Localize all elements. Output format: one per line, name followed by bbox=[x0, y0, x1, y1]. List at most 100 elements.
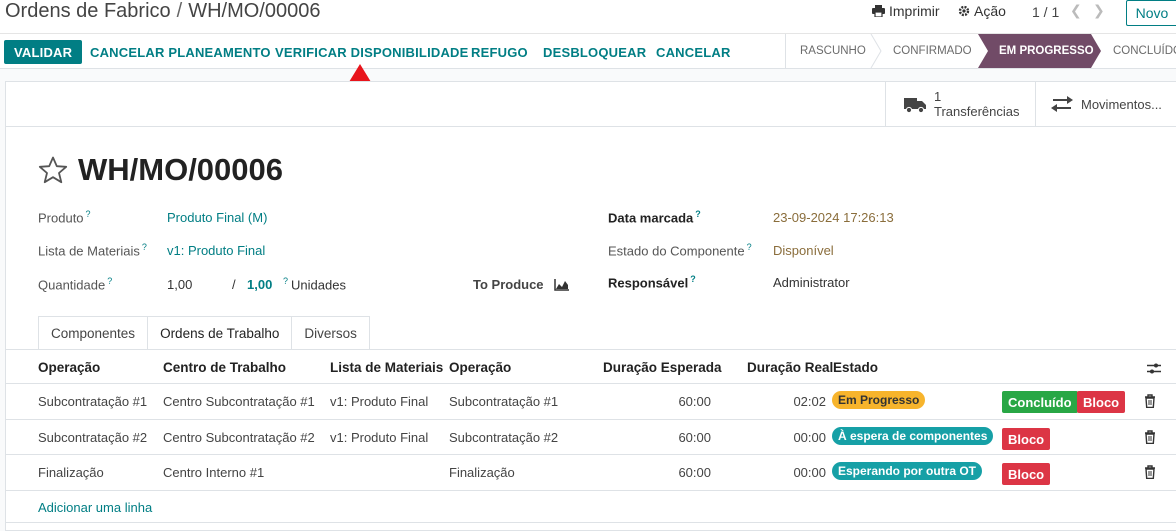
row-bom: v1: Produto Final bbox=[330, 430, 429, 445]
tab-divider bbox=[6, 349, 1176, 350]
validate-button[interactable]: VALIDAR bbox=[4, 40, 83, 64]
notebook-tabs: Componentes Ordens de Trabalho Diversos bbox=[38, 316, 370, 350]
row-operation: Subcontratação #2 bbox=[38, 430, 148, 445]
trash-icon[interactable] bbox=[1144, 394, 1156, 408]
row-real-duration: 00:00 bbox=[793, 465, 826, 480]
add-line-link[interactable]: Adicionar uma linha bbox=[38, 500, 152, 515]
print-button[interactable]: Imprimir bbox=[872, 3, 940, 19]
col-operation[interactable]: Operação bbox=[38, 360, 100, 375]
help-icon[interactable]: ? bbox=[695, 209, 701, 219]
responsible-label: Responsável? bbox=[608, 274, 696, 291]
control-panel: Ordens de Fabrico / WH/MO/00006 Imprimir A… bbox=[0, 0, 1176, 33]
transfers-smart-button[interactable]: 1 Transferências bbox=[885, 82, 1035, 126]
block-button[interactable]: Bloco bbox=[1077, 391, 1126, 413]
row-operation-2: Finalização bbox=[449, 465, 515, 480]
star-icon[interactable] bbox=[38, 156, 68, 184]
table-bottom-divider bbox=[6, 522, 1176, 523]
stage-draft[interactable]: RASCUNHO bbox=[800, 34, 866, 68]
action-button[interactable]: Ação bbox=[958, 3, 1006, 19]
action-label: Ação bbox=[974, 3, 1006, 19]
tab-work-orders[interactable]: Ordens de Trabalho bbox=[147, 316, 293, 350]
form-sheet: 1 Transferências Movimentos... WH/MO/000… bbox=[5, 81, 1176, 531]
stage-in-progress[interactable]: EM PROGRESSO bbox=[999, 34, 1094, 68]
unblock-button[interactable]: DESBLOQUEAR bbox=[543, 40, 646, 64]
scheduled-date-label: Data marcada? bbox=[608, 209, 701, 226]
responsible-field[interactable]: Administrator bbox=[773, 275, 850, 290]
col-state[interactable]: Estado bbox=[833, 360, 878, 375]
stage-done[interactable]: CONCLUÍDO bbox=[1113, 34, 1176, 68]
transfers-label: Transferências bbox=[934, 104, 1020, 119]
product-label: Produto? bbox=[38, 209, 91, 226]
row-workcenter: Centro Subcontratação #1 bbox=[163, 394, 315, 409]
tab-miscellaneous[interactable]: Diversos bbox=[291, 316, 370, 349]
uom-field: ? Unidades bbox=[283, 276, 346, 293]
record-title: WH/MO/00006 bbox=[78, 152, 284, 187]
scrap-button[interactable]: REFUGO bbox=[471, 40, 528, 64]
help-icon[interactable]: ? bbox=[747, 242, 752, 252]
status-badge: Em Progresso bbox=[832, 391, 926, 409]
help-icon[interactable]: ? bbox=[283, 276, 288, 286]
optional-columns-icon[interactable] bbox=[1147, 362, 1161, 375]
row-operation: Finalização bbox=[38, 465, 104, 480]
bom-label: Lista de Materiais? bbox=[38, 242, 147, 259]
col-real-duration[interactable]: Duração Real bbox=[747, 360, 833, 375]
help-icon[interactable]: ? bbox=[142, 242, 147, 252]
cancel-planning-button[interactable]: CANCELAR PLANEAMENTO bbox=[90, 40, 271, 64]
stage-confirmed[interactable]: CONFIRMADO bbox=[893, 34, 972, 68]
print-icon bbox=[872, 5, 885, 17]
row-divider bbox=[6, 419, 1176, 420]
col-expected-duration[interactable]: Duração Esperada bbox=[603, 360, 722, 375]
statusbar: VALIDAR CANCELAR PLANEAMENTO VERIFICAR D… bbox=[0, 33, 1176, 69]
smart-button-box: 1 Transferências Movimentos... bbox=[6, 82, 1176, 127]
bom-field[interactable]: v1: Produto Final bbox=[167, 243, 265, 258]
exchange-icon bbox=[1051, 96, 1073, 112]
pager-previous-icon[interactable]: ❮ bbox=[1070, 2, 1082, 19]
help-icon[interactable]: ? bbox=[690, 274, 696, 284]
area-chart-icon bbox=[553, 278, 569, 291]
block-button[interactable]: Bloco bbox=[1002, 428, 1051, 450]
row-expected-duration: 60:00 bbox=[678, 394, 711, 409]
quantity-label: Quantidade? bbox=[38, 276, 113, 293]
quantity-produced-field[interactable]: 1,00 bbox=[167, 277, 192, 292]
pager-next-icon[interactable]: ❯ bbox=[1093, 2, 1105, 19]
trash-icon[interactable] bbox=[1144, 430, 1156, 444]
breadcrumb-separator: / bbox=[176, 0, 183, 22]
row-expected-duration: 60:00 bbox=[678, 430, 711, 445]
check-availability-button[interactable]: VERIFICAR DISPONIBILIDADE bbox=[275, 40, 469, 64]
col-operation-2[interactable]: Operação bbox=[449, 360, 511, 375]
trash-icon[interactable] bbox=[1144, 465, 1156, 479]
row-divider bbox=[6, 454, 1176, 455]
help-icon[interactable]: ? bbox=[107, 276, 112, 286]
status-badge: À espera de componentes bbox=[832, 427, 994, 445]
pager-value[interactable]: 1 / 1 bbox=[1032, 4, 1059, 20]
done-button[interactable]: Concluído bbox=[1002, 391, 1078, 413]
row-bom: v1: Produto Final bbox=[330, 394, 429, 409]
row-operation: Subcontratação #1 bbox=[38, 394, 148, 409]
new-button[interactable]: Novo bbox=[1126, 0, 1176, 26]
block-button[interactable]: Bloco bbox=[1002, 463, 1051, 485]
moves-label: Movimentos... bbox=[1081, 96, 1162, 112]
row-expected-duration: 60:00 bbox=[678, 465, 711, 480]
row-workcenter: Centro Interno #1 bbox=[163, 465, 265, 480]
quantity-separator: / bbox=[232, 277, 236, 292]
col-bom[interactable]: Lista de Materiais bbox=[330, 360, 443, 375]
status-badge: Esperando por outra OT bbox=[832, 462, 983, 480]
col-workcenter[interactable]: Centro de Trabalho bbox=[163, 360, 286, 375]
breadcrumb-parent-link[interactable]: Ordens de Fabrico bbox=[5, 0, 171, 22]
product-field[interactable]: Produto Final (M) bbox=[167, 210, 267, 225]
row-divider bbox=[6, 490, 1176, 491]
moves-smart-button[interactable]: Movimentos... bbox=[1035, 82, 1176, 126]
truck-icon bbox=[904, 97, 926, 113]
to-produce-button[interactable]: To Produce bbox=[473, 277, 569, 292]
print-label: Imprimir bbox=[889, 3, 940, 19]
row-workcenter: Centro Subcontratação #2 bbox=[163, 430, 315, 445]
quantity-total-field[interactable]: 1,00 bbox=[247, 277, 272, 292]
tab-components[interactable]: Componentes bbox=[38, 316, 149, 349]
component-state-label: Estado do Componente? bbox=[608, 242, 752, 259]
scheduled-date-field[interactable]: 23-09-2024 17:26:13 bbox=[773, 210, 894, 225]
title-row: WH/MO/00006 bbox=[38, 152, 283, 188]
transfers-count: 1 bbox=[934, 89, 942, 104]
cancel-button[interactable]: CANCELAR bbox=[656, 40, 731, 64]
help-icon[interactable]: ? bbox=[86, 209, 91, 219]
breadcrumb: Ordens de Fabrico / WH/MO/00006 bbox=[5, 0, 320, 24]
